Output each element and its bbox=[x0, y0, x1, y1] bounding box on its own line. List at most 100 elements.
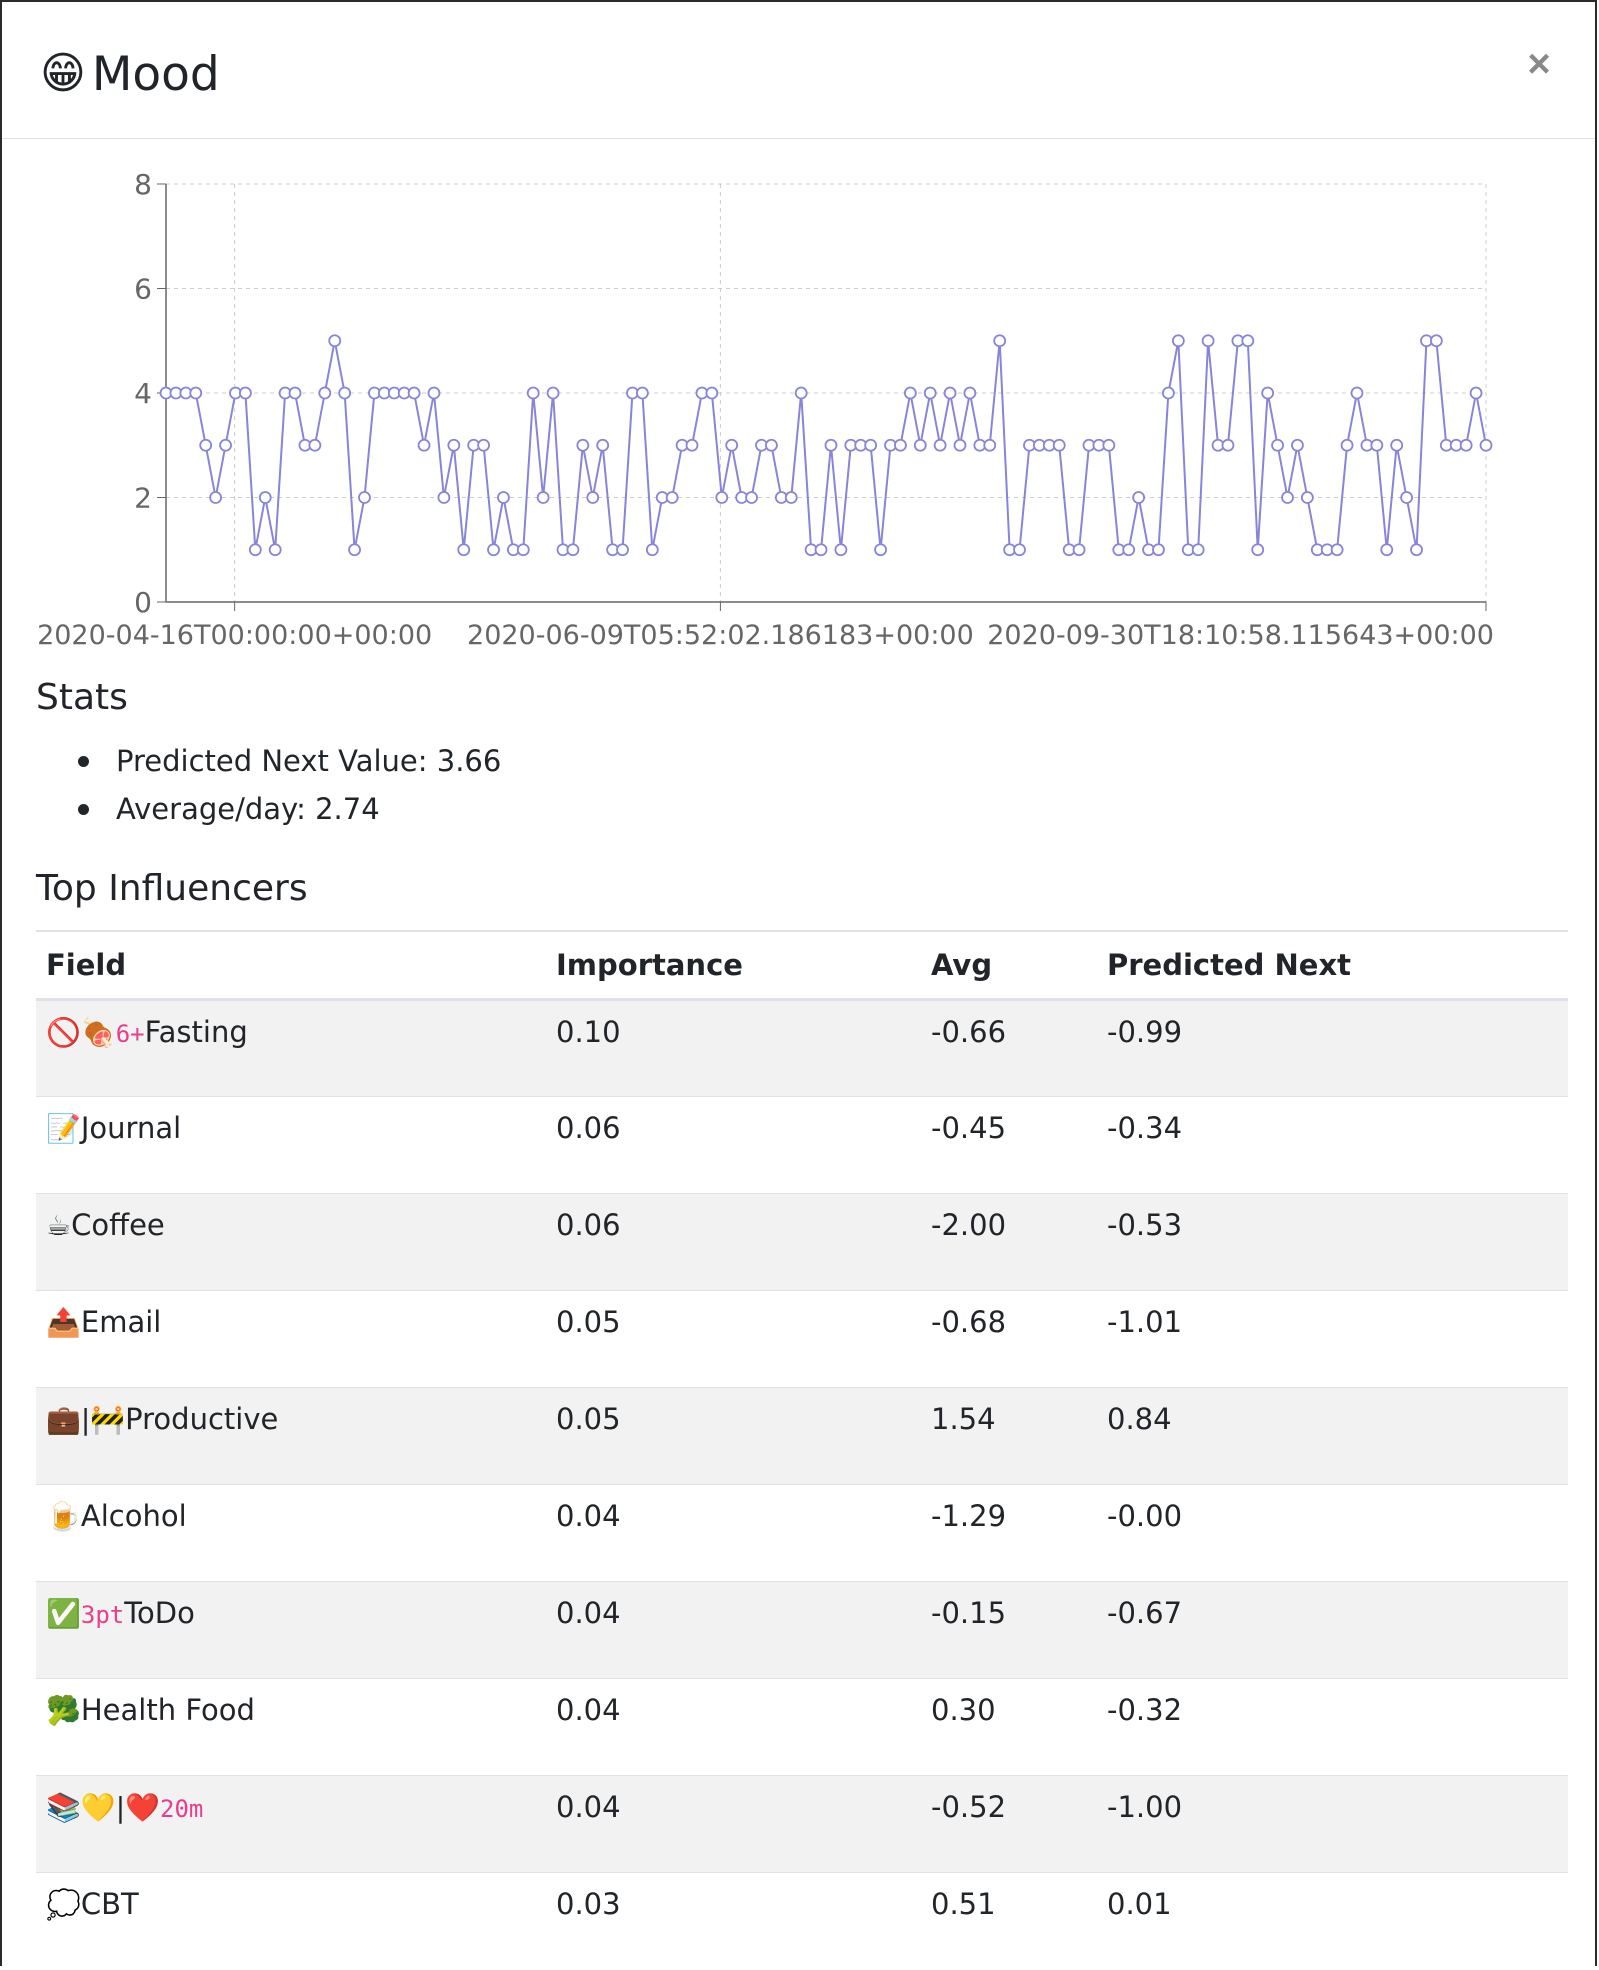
data-point bbox=[814, 543, 828, 557]
table-row: ☕Coffee 0.06 -2.00 -0.53 bbox=[36, 1193, 1568, 1291]
data-point bbox=[616, 543, 629, 557]
y-tick-label: 2 bbox=[134, 482, 152, 515]
data-point bbox=[536, 491, 550, 504]
data-point bbox=[1291, 438, 1304, 452]
data-point bbox=[487, 543, 500, 557]
data-point bbox=[983, 438, 997, 452]
data-point bbox=[566, 543, 580, 557]
data-point bbox=[457, 543, 471, 557]
data-point bbox=[1072, 543, 1086, 557]
data-point bbox=[1300, 491, 1314, 504]
data-point bbox=[745, 491, 758, 504]
data-point bbox=[447, 438, 461, 452]
cell-importance: 0.06 bbox=[546, 1193, 921, 1291]
data-point bbox=[576, 438, 590, 452]
data-point bbox=[526, 386, 540, 400]
field-emoji-icon: 📤 bbox=[46, 1306, 81, 1339]
modal-title: 😁 Mood bbox=[40, 44, 220, 104]
cell-field: 🍺Alcohol bbox=[36, 1484, 546, 1582]
cell-field: 📝Journal bbox=[36, 1096, 546, 1194]
data-point bbox=[427, 386, 441, 400]
cell-predicted-next: -0.99 bbox=[1097, 999, 1568, 1097]
cell-importance: 0.03 bbox=[546, 1872, 921, 1970]
cell-importance: 0.05 bbox=[546, 1387, 921, 1485]
field-emoji-icon: ✅ bbox=[46, 1597, 81, 1630]
data-point bbox=[1281, 491, 1294, 504]
y-tick-label: 4 bbox=[134, 377, 152, 410]
cell-predicted-next: -0.34 bbox=[1097, 1096, 1568, 1194]
field-name: Alcohol bbox=[80, 1499, 187, 1533]
data-point bbox=[1241, 334, 1255, 348]
cell-field: ☕Coffee bbox=[36, 1193, 546, 1291]
data-point bbox=[1380, 543, 1394, 557]
data-point bbox=[258, 491, 272, 504]
cell-field: 📚💛|❤️20m bbox=[36, 1775, 546, 1873]
y-tick-label: 8 bbox=[134, 172, 152, 201]
table-header-row: Field Importance Avg Predicted Next bbox=[36, 930, 1568, 1001]
data-point bbox=[1102, 438, 1116, 452]
mood-line-chart: 0 2 4 6 8 2020-04-16T00:00:00+00:00 2020-06-09… bbox=[37, 168, 1494, 651]
data-point bbox=[1330, 543, 1344, 557]
data-point bbox=[1132, 491, 1146, 504]
data-point bbox=[765, 438, 778, 452]
field-emoji-icon: ☕ bbox=[46, 1209, 72, 1242]
cell-avg: -1.29 bbox=[921, 1484, 1097, 1582]
y-tick-label: 6 bbox=[134, 273, 152, 306]
data-point bbox=[923, 386, 937, 400]
data-point bbox=[1191, 543, 1205, 557]
modal-title-text: Mood bbox=[91, 46, 220, 102]
data-point bbox=[1459, 438, 1473, 452]
data-point bbox=[338, 386, 352, 400]
data-point bbox=[308, 438, 322, 452]
data-point bbox=[477, 438, 490, 452]
stat-average-day: Average/day: 2.74 bbox=[78, 785, 501, 833]
data-point bbox=[516, 543, 530, 557]
stat-predicted-next: Predicted Next Value: 3.66 bbox=[78, 737, 501, 785]
data-point bbox=[497, 491, 510, 504]
table-row: 🍺Alcohol 0.04 -1.29 -0.00 bbox=[36, 1484, 1568, 1582]
cell-importance: 0.04 bbox=[546, 1484, 921, 1582]
data-point bbox=[407, 386, 421, 400]
cell-predicted-next: -0.53 bbox=[1097, 1193, 1568, 1291]
data-point bbox=[715, 491, 729, 504]
data-point bbox=[665, 491, 679, 504]
data-point bbox=[1429, 334, 1443, 348]
data-point bbox=[824, 438, 838, 452]
close-button[interactable]: × bbox=[1517, 42, 1561, 86]
field-emoji-icon: 🚫🍖 bbox=[46, 1016, 116, 1049]
data-point bbox=[1350, 386, 1364, 400]
cell-avg: 1.54 bbox=[921, 1387, 1097, 1485]
x-tick-label: 2020-06-09T05:52:02.186183+00:00 bbox=[467, 620, 974, 651]
table-row: 🚫🍖6+Fasting 0.10 -0.66 -0.99 bbox=[36, 999, 1568, 1097]
table-row: 🥦Health Food 0.04 0.30 -0.32 bbox=[36, 1678, 1568, 1776]
field-name: Productive bbox=[125, 1402, 279, 1436]
table-row: 📝Journal 0.06 -0.45 -0.34 bbox=[36, 1096, 1568, 1194]
data-point bbox=[358, 491, 371, 504]
data-point bbox=[1340, 438, 1354, 452]
data-point bbox=[1400, 491, 1414, 504]
field-code: 6+ bbox=[115, 1020, 145, 1048]
table-row: 💼|🚧Productive 0.05 1.54 0.84 bbox=[36, 1387, 1568, 1485]
modal-header: 😁 Mood × bbox=[2, 2, 1595, 139]
data-point bbox=[1122, 543, 1136, 557]
data-point bbox=[1221, 438, 1235, 452]
data-point bbox=[248, 543, 262, 557]
column-header-avg: Avg bbox=[921, 930, 1097, 1001]
cell-importance: 0.06 bbox=[546, 1096, 921, 1194]
data-point bbox=[1251, 543, 1265, 557]
data-point bbox=[784, 491, 798, 504]
cell-avg: -0.15 bbox=[921, 1581, 1097, 1679]
cell-avg: -0.52 bbox=[921, 1775, 1097, 1873]
data-point bbox=[219, 438, 232, 452]
cell-importance: 0.04 bbox=[546, 1775, 921, 1873]
data-point bbox=[1479, 438, 1493, 452]
cell-importance: 0.05 bbox=[546, 1290, 921, 1388]
table-row: 📤Email 0.05 -0.68 -1.01 bbox=[36, 1290, 1568, 1388]
data-point bbox=[1469, 386, 1483, 400]
field-name: Fasting bbox=[144, 1015, 248, 1049]
data-point bbox=[953, 438, 967, 452]
cell-avg: -0.66 bbox=[921, 999, 1097, 1097]
mood-chart: 0 2 4 6 8 2020-04-16T00:00:00+00:00 2020-06-09… bbox=[32, 168, 1512, 652]
cell-predicted-next: 0.01 bbox=[1097, 1872, 1568, 1970]
data-point bbox=[1261, 386, 1275, 400]
